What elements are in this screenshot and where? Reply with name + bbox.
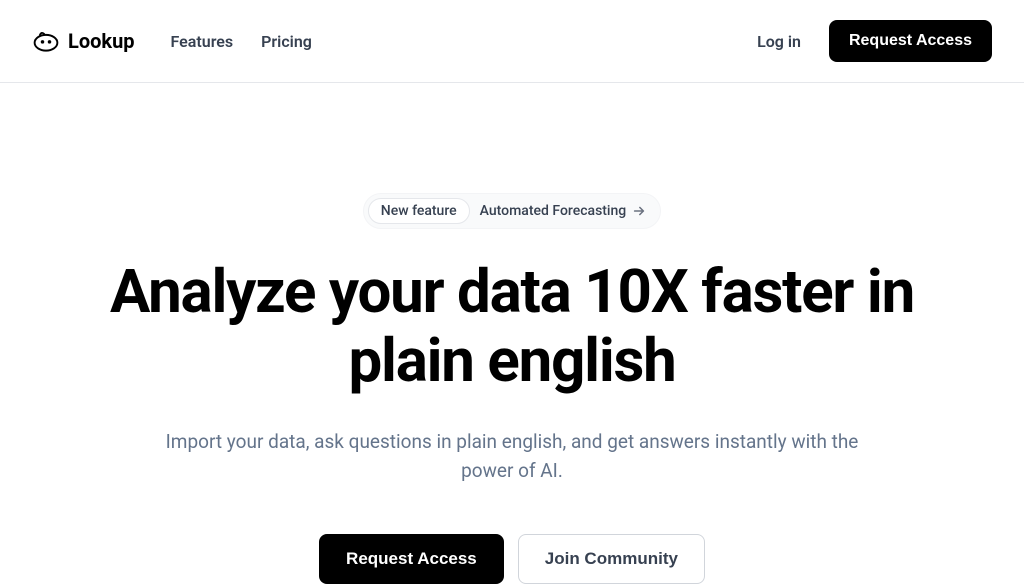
navbar-left: Lookup Features Pricing [32,29,312,53]
hero-buttons: Request Access Join Community [319,534,705,584]
hero: New feature Automated Forecasting Analyz… [0,83,1024,584]
nav-features[interactable]: Features [171,32,234,51]
join-community-button[interactable]: Join Community [518,534,705,584]
badge-text-label: Automated Forecasting [480,203,627,219]
logo-text: Lookup [68,29,135,53]
feature-badge[interactable]: New feature Automated Forecasting [363,193,661,229]
nav-pricing[interactable]: Pricing [261,32,312,51]
logo-icon [32,29,60,53]
hero-subtitle: Import your data, ask questions in plain… [142,427,882,486]
badge-pill: New feature [368,198,470,224]
arrow-right-icon [632,204,646,218]
navbar-right: Log in Request Access [757,20,992,62]
hero-title: Analyze your data 10X faster in plain en… [82,257,942,395]
hero-request-access-button[interactable]: Request Access [319,534,504,584]
logo[interactable]: Lookup [32,29,135,53]
badge-text: Automated Forecasting [480,203,647,219]
navbar: Lookup Features Pricing Log in Request A… [0,0,1024,83]
login-link[interactable]: Log in [757,32,801,51]
request-access-button[interactable]: Request Access [829,20,992,62]
nav-links: Features Pricing [171,32,312,51]
